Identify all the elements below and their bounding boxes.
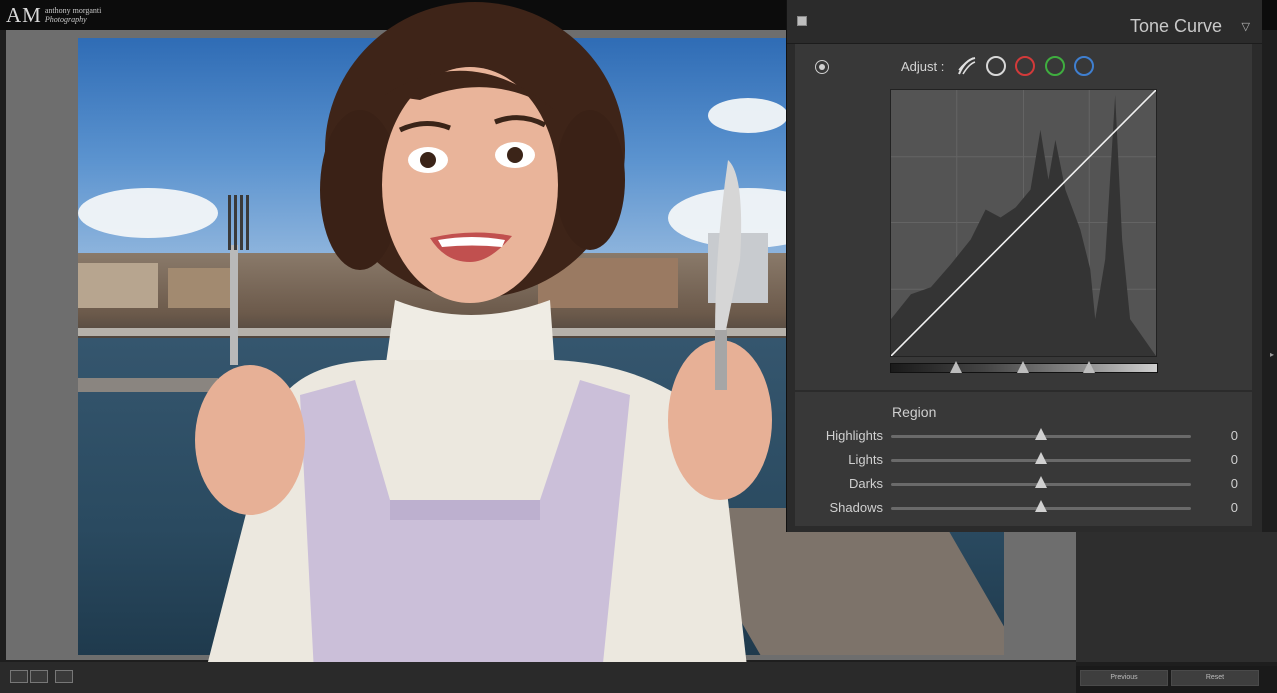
rgb-channel-button[interactable] (986, 56, 1006, 76)
reset-button[interactable]: Reset (1171, 670, 1259, 686)
shadows-value[interactable]: 0 (1231, 500, 1238, 515)
lights-label: Lights (848, 452, 883, 467)
right-panel-toggle-icon[interactable]: ▸ (1270, 350, 1274, 359)
shadows-label: Shadows (829, 500, 883, 515)
highlights-slider-thumb[interactable] (1035, 428, 1047, 440)
split-thumb-midtones[interactable] (1017, 361, 1029, 373)
darks-slider-thumb[interactable] (1035, 476, 1047, 488)
logo: AM anthony morganti Photography (6, 4, 101, 26)
shadows-row: Shadows 0 (795, 498, 1252, 520)
green-channel-button[interactable] (1045, 56, 1065, 76)
target-adjust-icon[interactable] (815, 60, 829, 74)
filmstrip-toolbar (0, 662, 1076, 693)
right-panel-lower (1076, 532, 1277, 662)
panel-toggle-switch[interactable] (797, 16, 807, 26)
previous-button[interactable]: Previous (1080, 670, 1168, 686)
region-section: Region Highlights 0 Lights 0 Darks 0 Sha… (795, 392, 1252, 526)
point-curve-icon[interactable] (957, 56, 977, 76)
panel-collapse-triangle-icon[interactable]: ▽ (1242, 20, 1250, 33)
split-thumb-shadows[interactable] (950, 361, 962, 373)
darks-row: Darks 0 (795, 474, 1252, 496)
bottom-button-row: Previous Reset (1076, 666, 1277, 693)
highlights-row: Highlights 0 (795, 426, 1252, 448)
darks-label: Darks (849, 476, 883, 491)
loupe-view-icon[interactable] (10, 670, 28, 683)
lights-value[interactable]: 0 (1231, 452, 1238, 467)
tone-curve-graph[interactable] (890, 89, 1157, 357)
logo-line-1: anthony morganti (44, 6, 102, 15)
compare-view-icon[interactable] (30, 670, 48, 683)
blue-channel-button[interactable] (1074, 56, 1094, 76)
adjust-label: Adjust : (901, 59, 945, 74)
survey-view-icon[interactable] (55, 670, 73, 683)
logo-text: anthony morganti Photography (45, 6, 102, 24)
red-channel-button[interactable] (1015, 56, 1035, 76)
split-thumb-highlights[interactable] (1083, 361, 1095, 373)
highlights-value[interactable]: 0 (1231, 428, 1238, 443)
shadows-slider-thumb[interactable] (1035, 500, 1047, 512)
highlights-label: Highlights (825, 428, 883, 443)
woman-holding-fork-and-knife (195, 2, 772, 693)
darks-value[interactable]: 0 (1231, 476, 1238, 491)
tone-curve-header[interactable]: Tone Curve ▽ (787, 0, 1262, 44)
fork-icon (228, 195, 249, 365)
logo-line-2: Photography (44, 15, 87, 24)
logo-mark: AM (6, 3, 42, 27)
lights-slider-thumb[interactable] (1035, 452, 1047, 464)
panel-title: Tone Curve (1129, 16, 1222, 36)
region-title: Region (892, 404, 937, 420)
lights-row: Lights 0 (795, 450, 1252, 472)
